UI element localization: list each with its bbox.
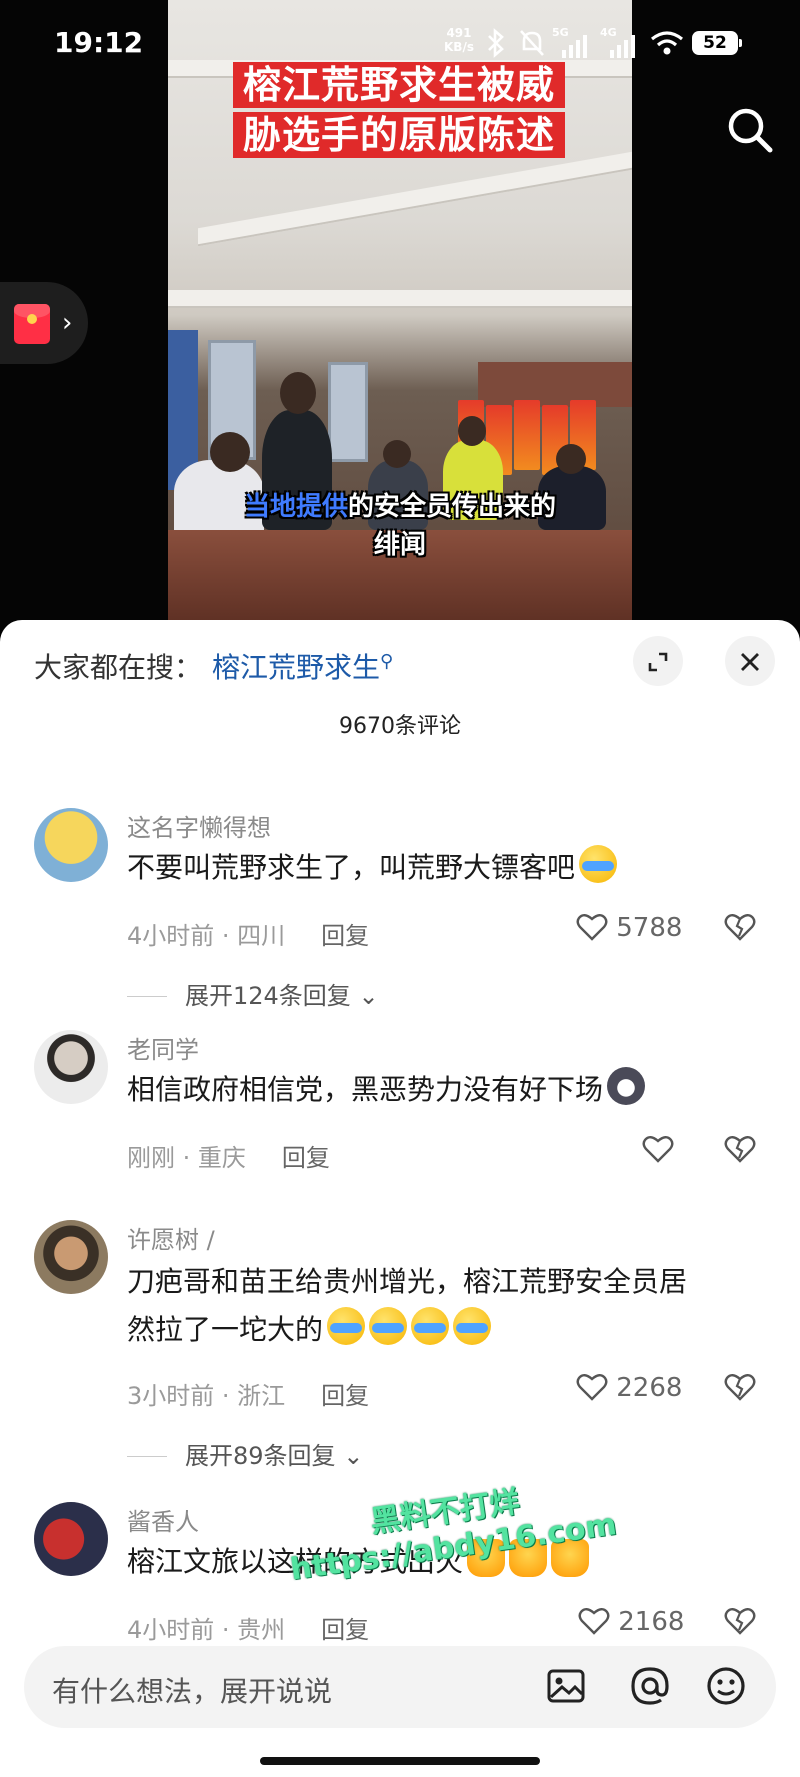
comment-username[interactable]: 酱香人: [127, 1502, 199, 1537]
network-speed-unit: KB/s: [444, 40, 474, 54]
avatar[interactable]: [34, 808, 108, 882]
emoji-icon[interactable]: [704, 1664, 748, 1708]
video-player[interactable]: 榕江荒野求生被威 胁选手的原版陈述 当地提供的安全员传出来的 绯闻 ›: [0, 0, 800, 630]
comment-time: 3小时前: [127, 1382, 215, 1410]
crying-emoji-icon: [327, 1307, 366, 1345]
comment-input[interactable]: 有什么想法，展开说说: [24, 1646, 776, 1728]
avatar[interactable]: [34, 1030, 108, 1104]
chevron-down-icon: ⌄: [343, 1442, 364, 1470]
avatar[interactable]: [34, 1220, 108, 1294]
reply-button[interactable]: 回复: [282, 1144, 330, 1172]
expand-sheet-button[interactable]: [633, 636, 683, 686]
network-speed: 491 KB/s: [444, 26, 474, 54]
signal-icon-2: [610, 35, 635, 58]
wifi-icon: [651, 31, 683, 55]
hot-search[interactable]: 大家都在搜： 榕江荒野求生⚲: [34, 646, 393, 686]
comment-username-text: 许愿树: [127, 1226, 199, 1254]
comment-location: 贵州: [237, 1616, 286, 1644]
comment-text-content: 不要叫荒野求生了，叫荒野大镖客吧: [127, 851, 576, 884]
edit-slash-icon: /: [206, 1226, 215, 1254]
comment-meta: 刚刚 · 重庆 回复: [127, 1144, 330, 1172]
reply-button[interactable]: 回复: [321, 922, 369, 950]
search-small-icon: ⚲: [380, 651, 394, 672]
crying-emoji-icon: [369, 1307, 408, 1345]
comment-text: 相信政府相信党，黑恶势力没有好下场: [127, 1066, 767, 1114]
comment-username[interactable]: 这名字懒得想: [127, 808, 271, 843]
comment-time: 4小时前: [127, 1616, 215, 1644]
like-count: 5788: [616, 913, 683, 943]
like-button[interactable]: [642, 1134, 674, 1165]
expand-replies-button[interactable]: 展开124条回复 ⌄: [127, 976, 379, 1011]
video-title-line-2: 胁选手的原版陈述: [232, 112, 565, 158]
comment-count: 9670条评论: [339, 714, 461, 739]
comment-sheet: 大家都在搜： 榕江荒野求生⚲ 9670条评论 这名字懒得想 不要叫荒野求生了，叫荒…: [0, 620, 800, 1777]
expand-icon: [648, 652, 668, 672]
subtitle-line-2: 绯闻: [373, 530, 426, 560]
chevron-right-icon: ›: [62, 308, 73, 338]
like-button[interactable]: 2168: [578, 1606, 684, 1637]
status-time: 19:12: [54, 26, 144, 59]
expand-replies-button[interactable]: 展开89条回复 ⌄: [127, 1436, 363, 1471]
crying-emoji-icon: [411, 1307, 450, 1345]
signal-icon-1: [562, 35, 587, 58]
like-button[interactable]: 2268: [576, 1372, 682, 1403]
red-packet-button[interactable]: ›: [0, 282, 88, 364]
heart-icon: [642, 1136, 674, 1163]
subtitle-rest: 的安全员传出来的: [348, 492, 557, 522]
at-icon[interactable]: [628, 1664, 672, 1708]
close-button[interactable]: [725, 636, 775, 686]
red-packet-icon: [14, 304, 50, 344]
crying-emoji-icon: [453, 1307, 492, 1345]
subtitle-highlight: 当地提供: [243, 492, 348, 522]
broken-heart-icon[interactable]: [724, 1134, 756, 1164]
comment-input-placeholder: 有什么想法，展开说说: [52, 1675, 333, 1708]
network-speed-value: 491: [446, 26, 472, 40]
avatar[interactable]: [34, 1502, 108, 1576]
wolf-emoji-icon: [607, 1067, 646, 1105]
broken-heart-icon[interactable]: [724, 912, 756, 942]
like-button[interactable]: 5788: [576, 912, 682, 943]
expand-replies-label: 展开124条回复: [185, 982, 351, 1010]
close-icon: [741, 653, 759, 671]
comment-text-content: 相信政府相信党，黑恶势力没有好下场: [127, 1073, 604, 1106]
chevron-down-icon: ⌄: [358, 982, 379, 1010]
comment-text: 刀疤哥和苗王给贵州增光，榕江荒野安全员居 然拉了一坨大的: [127, 1258, 767, 1354]
comment-text-line-2: 然拉了一坨大的: [127, 1313, 324, 1346]
reply-button[interactable]: 回复: [321, 1616, 369, 1644]
comment-username[interactable]: 老同学: [127, 1030, 199, 1065]
comment-text-line-1: 刀疤哥和苗王给贵州增光，榕江荒野安全员居: [127, 1265, 688, 1298]
comment-meta: 3小时前 · 浙江 回复: [127, 1382, 370, 1410]
status-bar: 19:12 491 KB/s 5G 4G 52: [0, 0, 800, 88]
like-count: 2168: [618, 1607, 685, 1637]
image-icon[interactable]: [544, 1664, 588, 1708]
heart-icon: [576, 914, 608, 941]
reply-button[interactable]: 回复: [321, 1382, 369, 1410]
comment-text: 不要叫荒野求生了，叫荒野大镖客吧: [127, 844, 767, 892]
battery-indicator: 52: [692, 31, 742, 55]
heart-icon: [578, 1608, 610, 1635]
comment-location: 重庆: [197, 1144, 246, 1172]
comment-username[interactable]: 许愿树 /: [127, 1220, 215, 1255]
mute-bell-icon: [520, 30, 544, 56]
search-icon[interactable]: [722, 102, 778, 158]
like-count: 2268: [616, 1373, 683, 1403]
hot-search-label: 大家都在搜：: [34, 651, 203, 684]
bluetooth-icon: [488, 28, 504, 58]
broken-heart-icon[interactable]: [724, 1372, 756, 1402]
broken-heart-icon[interactable]: [724, 1606, 756, 1636]
video-subtitle: 当地提供的安全员传出来的 绯闻: [168, 488, 632, 564]
comment-time: 4小时前: [127, 922, 215, 950]
home-indicator[interactable]: [260, 1757, 540, 1765]
laughing-crying-emoji-icon: [579, 845, 618, 883]
comment-location: 四川: [237, 922, 286, 950]
comment-meta: 4小时前 · 四川 回复: [127, 922, 370, 950]
comment-time: 刚刚: [127, 1144, 175, 1172]
hot-search-keyword[interactable]: 榕江荒野求生: [212, 651, 380, 684]
comment-location: 浙江: [237, 1382, 286, 1410]
expand-replies-label: 展开89条回复: [185, 1442, 336, 1470]
comment-meta: 4小时前 · 贵州 回复: [127, 1616, 370, 1644]
heart-icon: [576, 1374, 608, 1401]
